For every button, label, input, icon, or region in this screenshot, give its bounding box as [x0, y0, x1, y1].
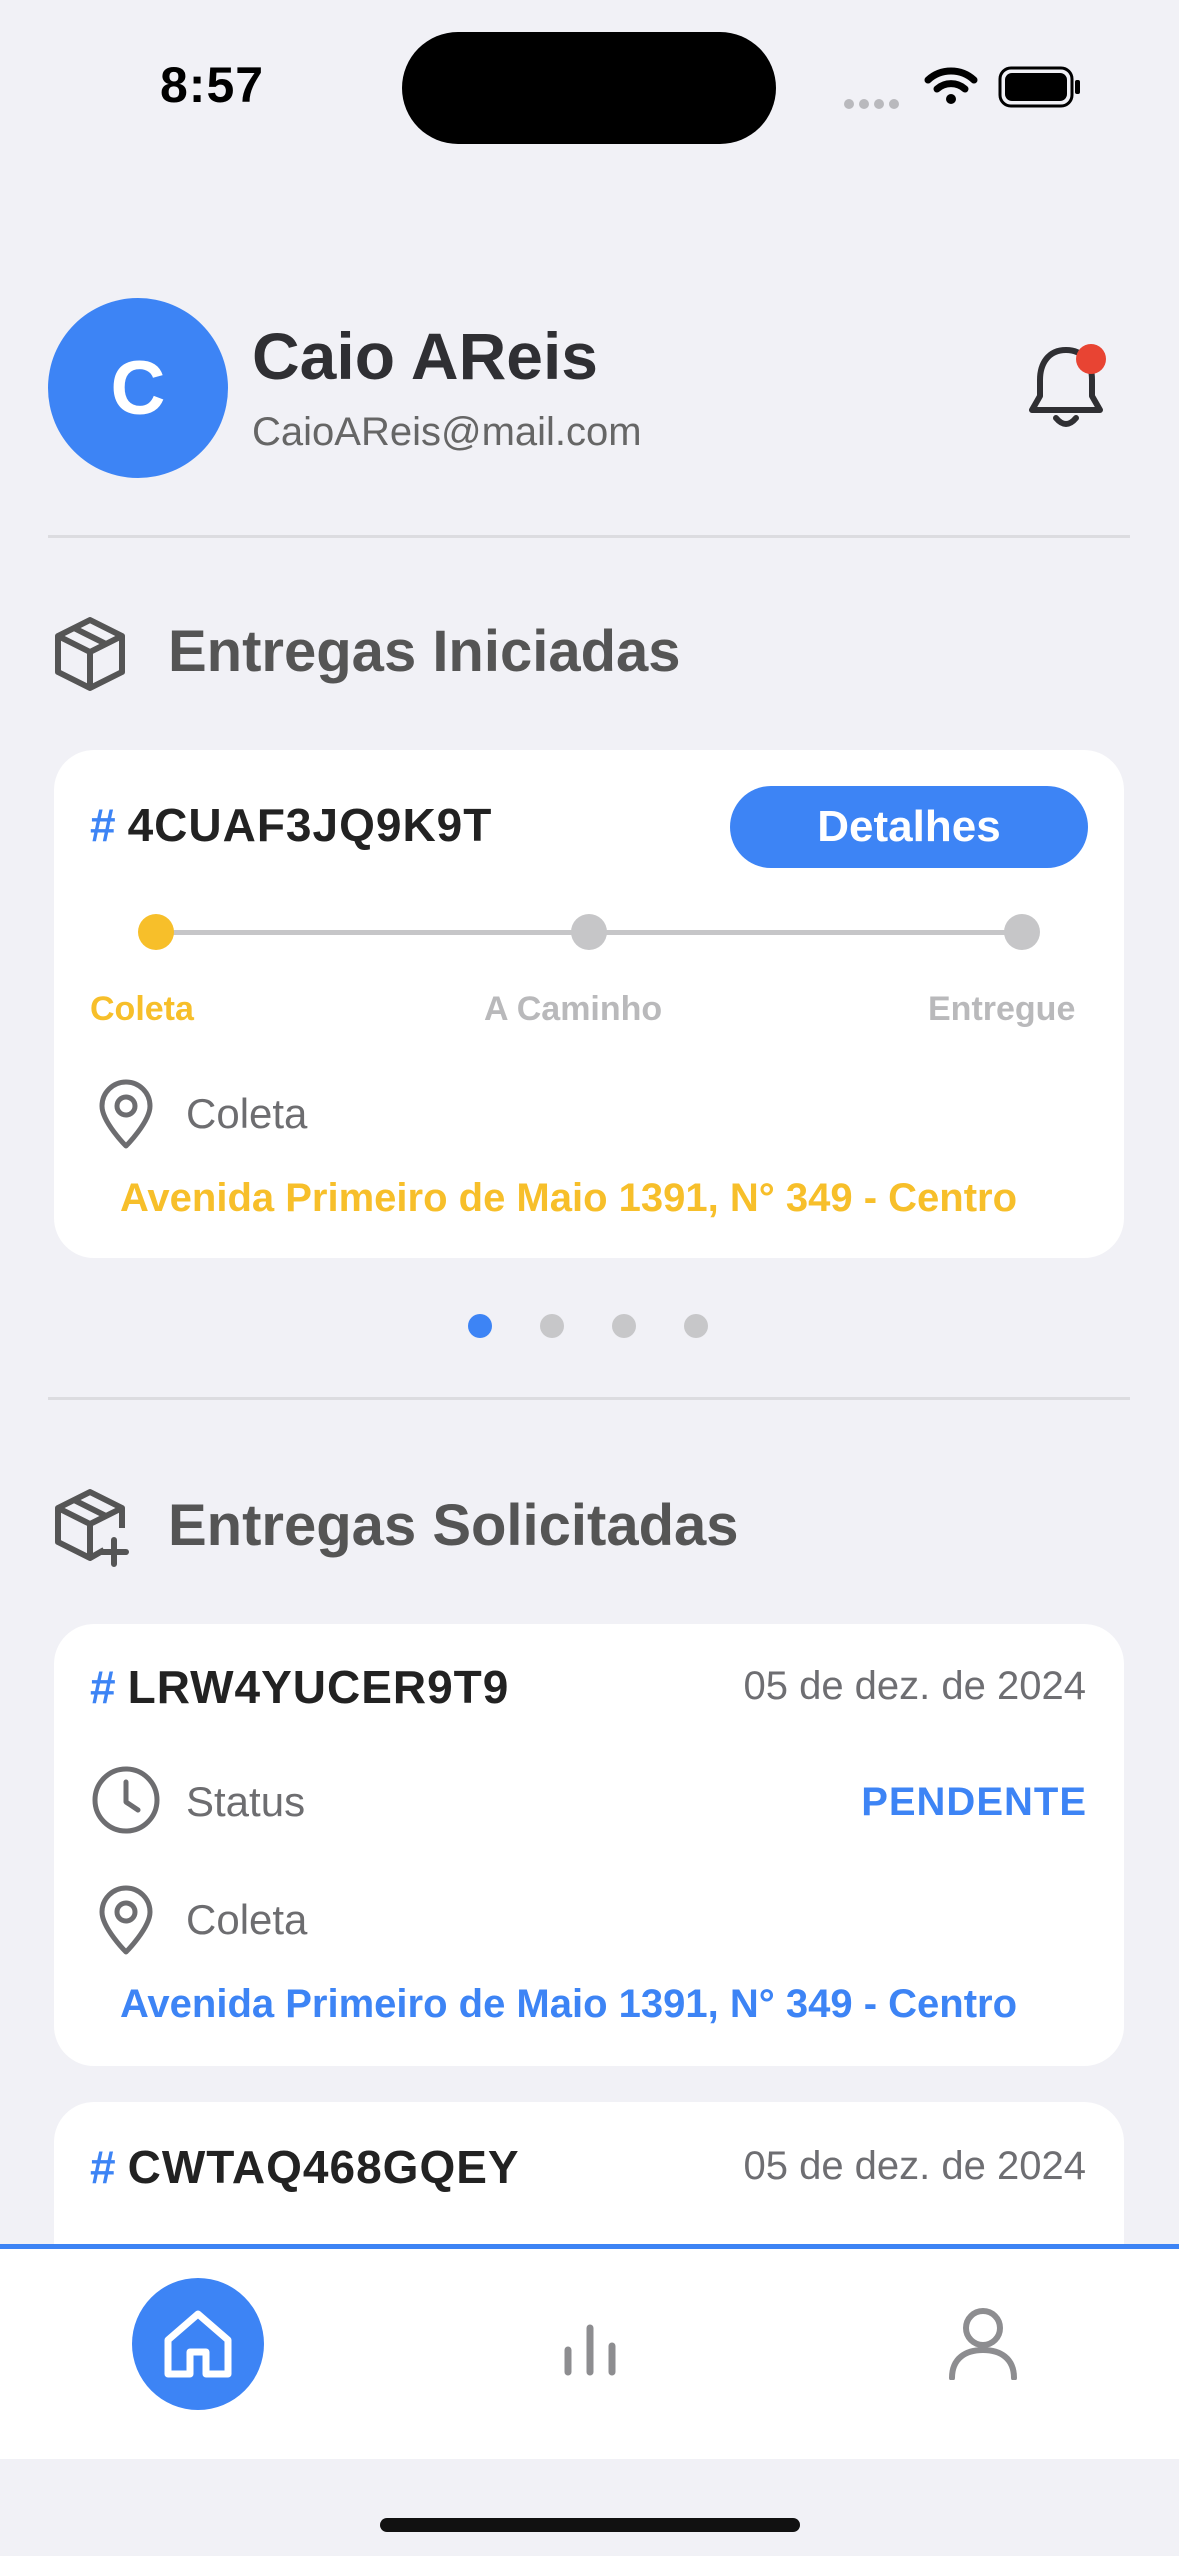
step-label-delivered: Entregue	[928, 990, 1076, 1028]
package-icon	[55, 617, 125, 691]
progress-step-dot	[571, 914, 607, 950]
divider	[48, 1397, 1130, 1400]
stats-icon[interactable]	[560, 2316, 620, 2376]
pickup-address: Avenida Primeiro de Maio 1391, N° 349 - …	[120, 1982, 1018, 2026]
user-email: CaioAReis@mail.com	[252, 410, 642, 454]
pickup-label: Coleta	[186, 1896, 308, 1943]
progress-step-dot	[1004, 914, 1040, 950]
status-badge: PENDENTE	[861, 1780, 1087, 1824]
request-date: 05 de dez. de 2024	[743, 2144, 1086, 2188]
delivery-code-text: LRW4YUCER9T9	[127, 1661, 510, 1713]
section-title-started: Entregas Iniciadas	[168, 619, 681, 684]
avatar[interactable]: C	[48, 298, 228, 478]
hash-symbol: #	[90, 1661, 116, 1713]
cellular-signal-icon	[844, 96, 904, 114]
home-icon	[164, 2310, 232, 2378]
delivery-code: # CWTAQ468GQEY	[90, 2140, 520, 2194]
status-label: Status	[186, 1778, 306, 1825]
step-label-on-the-way: A Caminho	[484, 990, 663, 1028]
pickup-label: Coleta	[186, 1090, 308, 1137]
progress-step-dot-active	[138, 914, 174, 950]
profile-icon[interactable]	[946, 2306, 1020, 2380]
hash-symbol: #	[90, 799, 116, 851]
progress-track-segment	[156, 930, 588, 935]
pager-dot[interactable]	[540, 1314, 564, 1338]
delivery-code: # LRW4YUCER9T9	[90, 1660, 509, 1714]
tab-home[interactable]	[132, 2278, 264, 2410]
home-indicator	[380, 2518, 800, 2532]
section-title-requested: Entregas Solicitadas	[168, 1493, 739, 1558]
wifi-icon	[924, 67, 978, 104]
status-bar-time: 8:57	[160, 57, 265, 113]
hash-symbol: #	[90, 2141, 116, 2193]
delivery-code-text: CWTAQ468GQEY	[127, 2141, 520, 2193]
delivery-code: #4CUAF3JQ9K9T	[90, 798, 492, 852]
delivery-code-text: 4CUAF3JQ9K9T	[127, 799, 493, 851]
progress-track-segment	[588, 930, 1022, 935]
notification-badge	[1076, 344, 1106, 374]
carousel-pager[interactable]	[468, 1314, 718, 1338]
user-name: Caio AReis	[252, 319, 598, 393]
package-add-icon	[55, 1489, 129, 1567]
divider	[48, 535, 1130, 538]
pager-dot[interactable]	[684, 1314, 708, 1338]
dynamic-island	[402, 32, 776, 144]
step-label-pickup: Coleta	[90, 990, 194, 1028]
location-pin-icon	[99, 1885, 153, 1955]
pager-dot-active[interactable]	[468, 1314, 492, 1338]
request-date: 05 de dez. de 2024	[743, 1664, 1086, 1708]
pickup-address: Avenida Primeiro de Maio 1391, N° 349 - …	[120, 1176, 1018, 1220]
details-button[interactable]: Detalhes	[730, 786, 1088, 868]
location-pin-icon	[99, 1079, 153, 1149]
pager-dot[interactable]	[612, 1314, 636, 1338]
clock-icon	[92, 1766, 160, 1834]
battery-icon	[998, 66, 1080, 108]
